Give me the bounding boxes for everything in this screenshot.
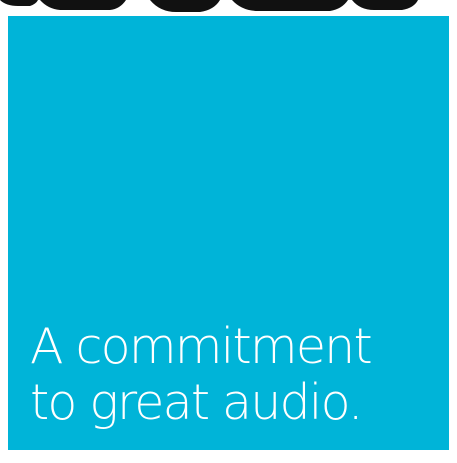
page: A commitment to great audio. — [0, 0, 457, 463]
headline-line-2: to great audio. — [30, 374, 364, 431]
cropped-photo-icon — [0, 0, 457, 16]
cropped-image-strip — [0, 0, 457, 16]
promo-headline: A commitment to great audio. — [30, 318, 373, 431]
headline-line-1: A commitment — [30, 318, 373, 375]
promo-tile[interactable]: A commitment to great audio. — [8, 16, 449, 450]
